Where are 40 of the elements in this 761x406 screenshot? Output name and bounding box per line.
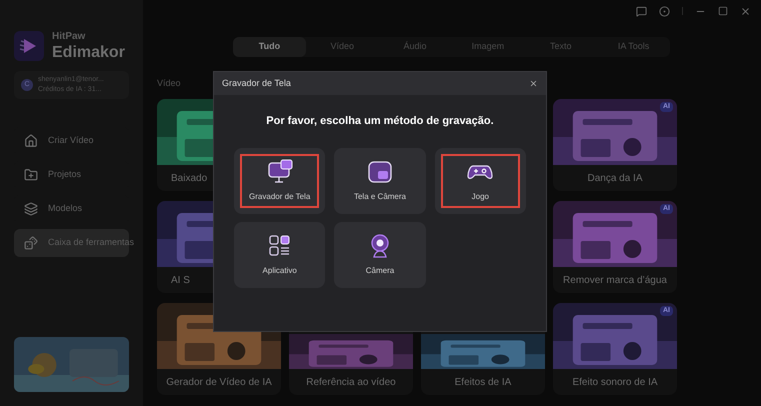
screen-camera-icon bbox=[366, 158, 393, 184]
record-icon[interactable] bbox=[659, 6, 670, 16]
monitor-icon bbox=[266, 158, 293, 184]
record-option[interactable]: Jogo bbox=[434, 148, 526, 214]
home-icon bbox=[24, 134, 38, 148]
record-option[interactable]: Câmera bbox=[334, 222, 426, 288]
card-label: Baixado bbox=[171, 172, 208, 186]
card-label: Dança da IA bbox=[587, 172, 643, 186]
feedback-icon[interactable] bbox=[636, 6, 647, 16]
sidebar-item-label: Caixa de ferramentas bbox=[48, 236, 134, 250]
close-icon[interactable] bbox=[740, 6, 751, 16]
product-name: Edimakor bbox=[52, 44, 125, 60]
close-icon[interactable] bbox=[529, 79, 538, 88]
tab[interactable]: Áudio bbox=[378, 37, 452, 57]
card-label: Remover marca d’água bbox=[563, 274, 667, 288]
brand-name: HitPaw bbox=[52, 32, 86, 42]
tab[interactable]: Vídeo bbox=[306, 37, 379, 57]
dice-icon bbox=[24, 236, 38, 250]
tab[interactable]: IA Tools bbox=[597, 37, 670, 57]
card-label: Efeito sonoro de IA bbox=[572, 376, 658, 390]
maximize-icon[interactable] bbox=[718, 6, 728, 16]
record-option[interactable]: Tela e Câmera bbox=[334, 148, 426, 214]
card-label: Gerador de Vídeo de IA bbox=[166, 376, 272, 390]
tab[interactable]: Imagem bbox=[451, 37, 524, 57]
sidebar-item-label: Modelos bbox=[48, 202, 82, 216]
folder-plus-icon bbox=[24, 168, 38, 182]
logo-icon bbox=[14, 31, 44, 61]
section-title: Vídeo bbox=[157, 77, 181, 90]
sidebar-item-label: Criar Vídeo bbox=[48, 134, 94, 148]
record-option[interactable]: Aplicativo bbox=[234, 222, 326, 288]
tab[interactable]: Texto bbox=[524, 37, 598, 57]
dialog-heading: Por favor, escolha um método de gravação. bbox=[265, 114, 495, 129]
sidebar-item-label: Projetos bbox=[48, 168, 82, 182]
dialog-title: Gravador de Tela bbox=[222, 76, 291, 90]
record-option[interactable]: Gravador de Tela bbox=[234, 148, 326, 214]
tab[interactable]: Tudo bbox=[233, 37, 306, 57]
card-label: AI S bbox=[171, 274, 190, 288]
card-label: Referência ao vídeo bbox=[306, 376, 396, 390]
layers-icon bbox=[24, 202, 38, 216]
card-label: Efeitos de IA bbox=[454, 376, 512, 390]
